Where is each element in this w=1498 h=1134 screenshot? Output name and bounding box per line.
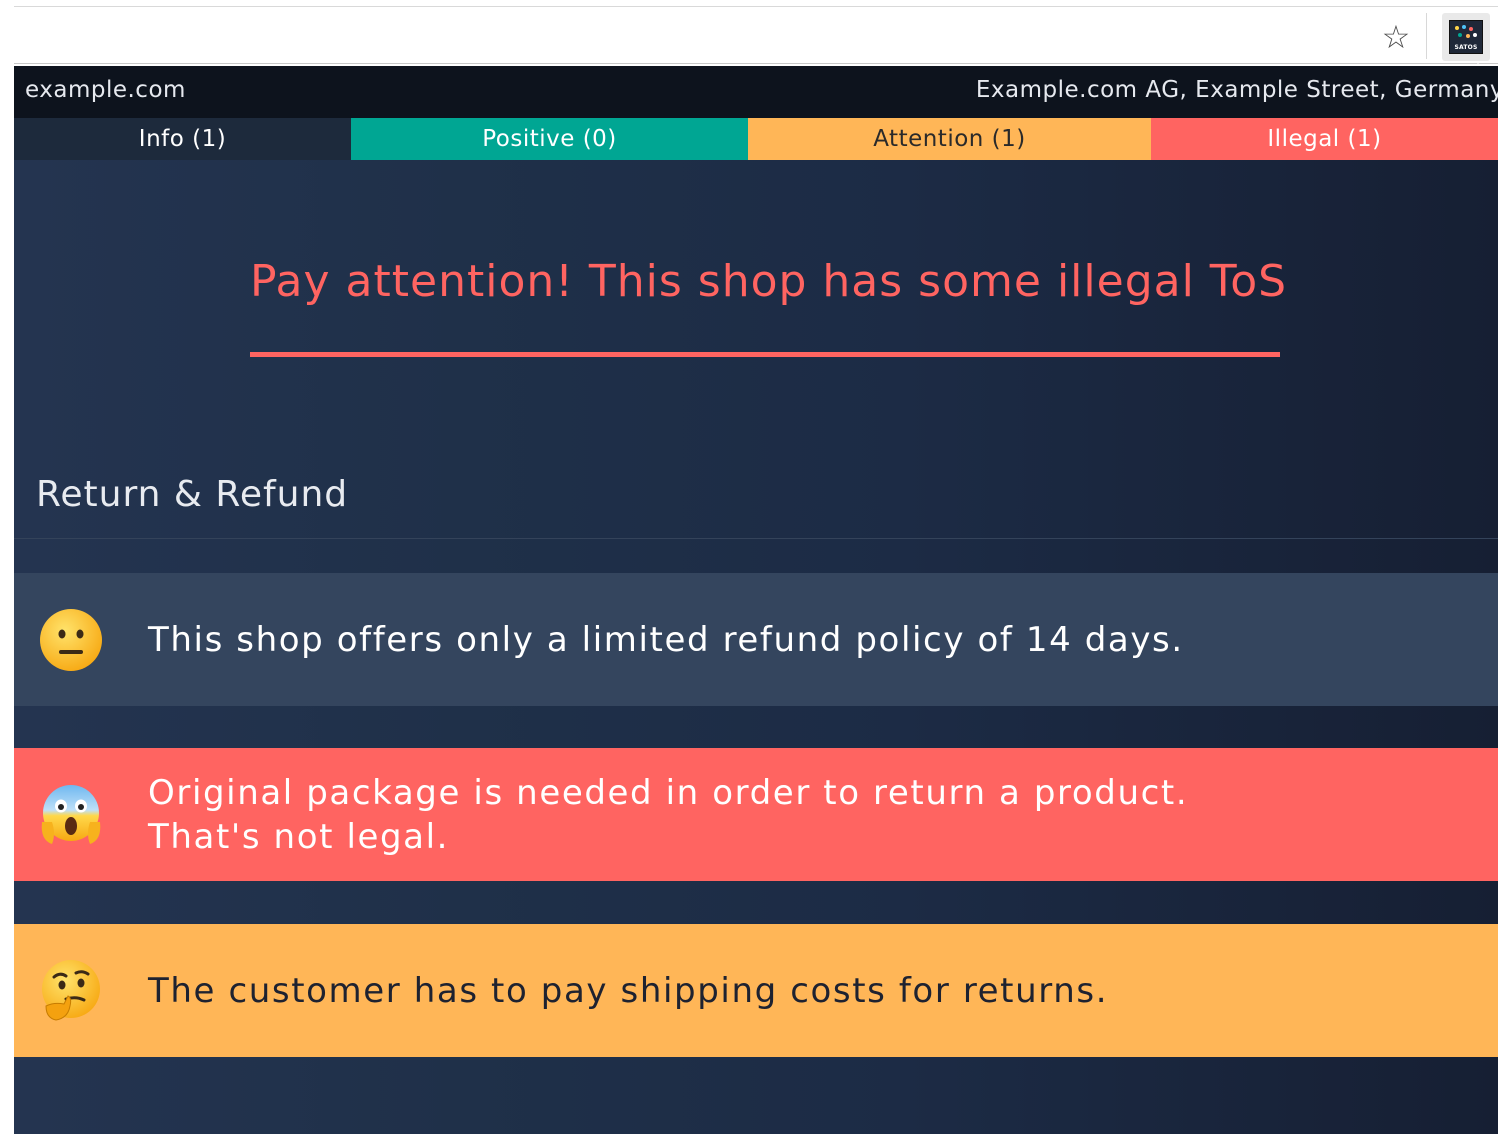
star-icon[interactable]: ☆	[1374, 15, 1418, 59]
tos-item-text: The customer has to pay shipping costs f…	[148, 970, 1109, 1011]
extension-name: SATOS	[1454, 44, 1478, 51]
section-title: Return & Refund	[36, 474, 349, 515]
satos-logo-icon: SATOS	[1449, 20, 1483, 54]
tab-attention[interactable]: Attention (1)	[748, 118, 1151, 160]
browser-toolbar: ☆ SATOS	[14, 6, 1498, 73]
category-tabs: Info (1) Positive (0) Attention (1) Ille…	[14, 118, 1498, 160]
address-bar[interactable]	[14, 7, 1408, 63]
tos-item-text: This shop offers only a limited refund p…	[148, 619, 1184, 660]
tos-item-text-line1: Original package is needed in order to r…	[148, 772, 1189, 813]
shop-domain: example.com	[25, 77, 186, 103]
toolbar-divider	[1426, 13, 1427, 59]
tos-item-illegal: Original package is needed in order to r…	[14, 748, 1498, 881]
neutral-face-icon	[38, 607, 104, 673]
extension-button[interactable]: SATOS	[1442, 13, 1490, 61]
thinking-face-icon	[38, 958, 104, 1024]
tos-item-info: This shop offers only a limited refund p…	[14, 573, 1498, 706]
shop-header: example.com Example.com AG, Example Stre…	[14, 66, 1498, 118]
tab-positive[interactable]: Positive (0)	[351, 118, 748, 160]
shop-company-address: Example.com AG, Example Street, Germany	[975, 77, 1498, 103]
tab-info[interactable]: Info (1)	[14, 118, 351, 160]
tos-item-text: Original package is needed in order to r…	[148, 771, 1188, 859]
section-divider	[14, 538, 1498, 539]
tos-item-attention: The customer has to pay shipping costs f…	[14, 924, 1498, 1057]
tab-illegal[interactable]: Illegal (1)	[1151, 118, 1498, 160]
screaming-face-icon	[38, 782, 104, 848]
warning-headline: Pay attention! This shop has some illega…	[250, 256, 1288, 307]
headline-underline	[250, 352, 1280, 357]
tos-item-text-line2: That's not legal.	[148, 816, 450, 857]
extension-popup: example.com Example.com AG, Example Stre…	[14, 66, 1498, 1134]
